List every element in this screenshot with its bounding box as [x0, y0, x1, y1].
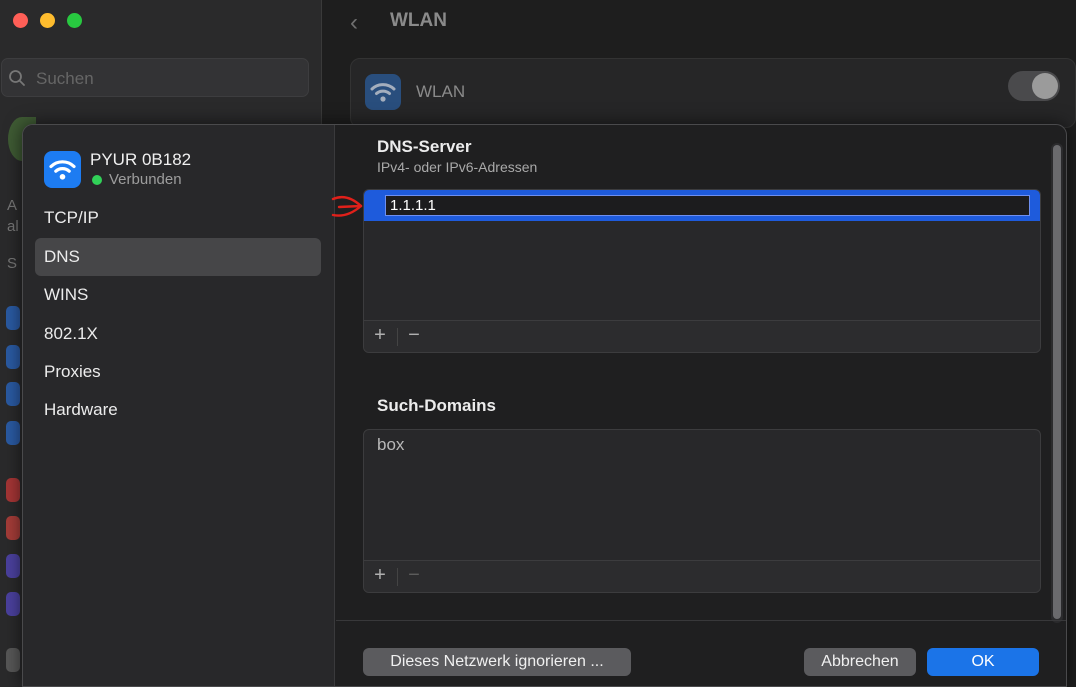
bluetooth-icon	[6, 345, 20, 369]
annotation-arrow-icon	[331, 195, 363, 217]
sidebar-peek-text: A	[7, 197, 18, 214]
network-name: PYUR 0B182	[90, 150, 192, 169]
wlan-toggle[interactable]	[1008, 71, 1060, 101]
search-domains-heading: Such-Domains	[377, 396, 497, 415]
network-status: Verbunden	[109, 171, 182, 188]
sheet-sidebar: PYUR 0B182 Verbunden TCP/IP DNS WINS 802…	[23, 125, 335, 686]
wlan-label: WLAN	[416, 82, 466, 101]
scrollbar-thumb[interactable]	[1053, 145, 1061, 619]
nav-item-tcpip[interactable]: TCP/IP	[35, 199, 321, 237]
network-details-sheet: PYUR 0B182 Verbunden TCP/IP DNS WINS 802…	[22, 124, 1067, 687]
sound-icon	[6, 516, 20, 540]
network-icon	[6, 382, 20, 406]
nav-item-8021x[interactable]: 802.1X	[35, 315, 321, 353]
scrollbar[interactable]	[1051, 143, 1063, 623]
sidebar-peek-text: S	[7, 255, 18, 272]
remove-domain-button[interactable]: −	[398, 564, 430, 587]
cancel-button[interactable]: Abbrechen	[804, 648, 916, 676]
sidebar-peek-text: al	[7, 218, 19, 235]
add-domain-button[interactable]: +	[364, 564, 396, 587]
connected-status-dot	[92, 175, 102, 185]
divider	[336, 620, 1066, 621]
page-title: WLAN	[390, 10, 447, 31]
back-chevron-icon[interactable]: ‹	[350, 9, 358, 37]
ok-button[interactable]: OK	[927, 648, 1039, 676]
search-domains-list: box + −	[363, 429, 1041, 593]
search-placeholder: Suchen	[36, 69, 94, 88]
minimize-window-button[interactable]	[40, 13, 55, 28]
domains-list-toolbar: + −	[364, 560, 1040, 592]
nav-item-dns[interactable]: DNS	[35, 238, 321, 276]
search-icon	[8, 69, 26, 92]
sheet-content: DNS-Server IPv4- oder IPv6-Adressen 1.1.…	[331, 125, 1066, 686]
nav-item-wins[interactable]: WINS	[35, 276, 321, 314]
dns-server-subtitle: IPv4- oder IPv6-Adressen	[377, 159, 538, 175]
nav-item-proxies[interactable]: Proxies	[35, 353, 321, 391]
nav-item-hardware[interactable]: Hardware	[35, 391, 321, 429]
wifi-icon	[365, 74, 401, 110]
notifications-icon	[6, 478, 20, 502]
general-icon	[6, 648, 20, 672]
dns-server-list: 1.1.1.1 + −	[363, 189, 1041, 353]
ignore-network-button[interactable]: Dieses Netzwerk ignorieren ...	[363, 648, 631, 676]
wifi-icon	[6, 306, 20, 330]
dns-list-toolbar: + −	[364, 320, 1040, 352]
vpn-icon	[6, 421, 20, 445]
list-item[interactable]: box	[377, 435, 404, 455]
zoom-window-button[interactable]	[67, 13, 82, 28]
dns-server-heading: DNS-Server	[377, 137, 472, 156]
close-window-button[interactable]	[13, 13, 28, 28]
focus-icon	[6, 554, 20, 578]
search-field[interactable]: Suchen	[1, 58, 309, 97]
screen-time-icon	[6, 592, 20, 616]
wifi-icon	[44, 151, 81, 188]
dns-server-input[interactable]: 1.1.1.1	[385, 195, 1030, 216]
remove-dns-button[interactable]: −	[398, 324, 430, 347]
list-item[interactable]: 1.1.1.1	[364, 190, 1040, 221]
add-dns-button[interactable]: +	[364, 324, 396, 347]
